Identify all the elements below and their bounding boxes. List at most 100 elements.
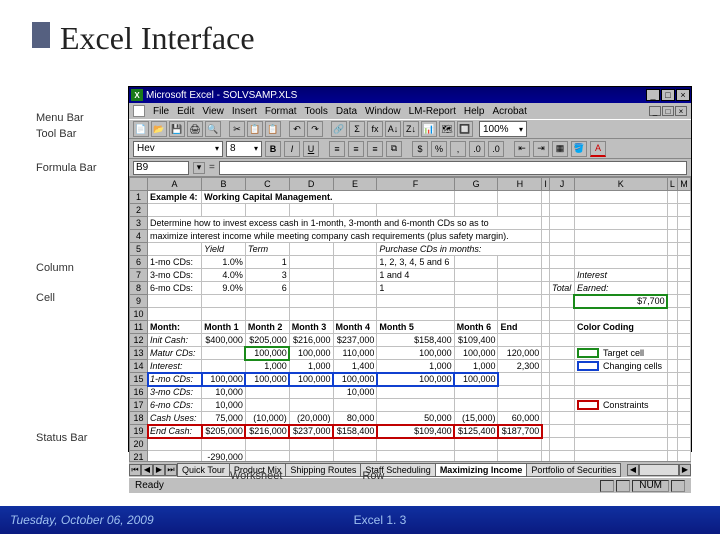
- cell[interactable]: [678, 399, 691, 412]
- cell[interactable]: [542, 386, 550, 399]
- row-header[interactable]: 10: [130, 308, 148, 321]
- cell[interactable]: -290,000: [202, 451, 246, 462]
- sheet-tab[interactable]: Quick Tour: [177, 463, 230, 477]
- inc-indent-icon[interactable]: ⇥: [533, 141, 549, 157]
- col-header[interactable]: E: [333, 178, 377, 191]
- row-header[interactable]: 6: [130, 256, 148, 269]
- align-right-icon[interactable]: ≡: [367, 141, 383, 157]
- row-header[interactable]: 16: [130, 386, 148, 399]
- cell[interactable]: [678, 295, 691, 308]
- cell[interactable]: [667, 295, 677, 308]
- cell[interactable]: [542, 295, 550, 308]
- cell[interactable]: [245, 399, 289, 412]
- cell[interactable]: Example 4:: [148, 191, 202, 204]
- row-header[interactable]: 21: [130, 451, 148, 462]
- cell[interactable]: 10,000: [202, 386, 246, 399]
- cell[interactable]: [550, 191, 575, 204]
- cell[interactable]: [498, 373, 542, 386]
- cell[interactable]: $216,000: [289, 334, 333, 347]
- col-header[interactable]: G: [454, 178, 498, 191]
- inc-decimal-icon[interactable]: .0: [469, 141, 485, 157]
- cell[interactable]: [574, 217, 667, 230]
- row-header[interactable]: 1: [130, 191, 148, 204]
- cell[interactable]: [542, 204, 550, 217]
- doc-close-button[interactable]: ×: [675, 106, 687, 116]
- cell[interactable]: [667, 321, 677, 334]
- cell[interactable]: 100,000: [245, 373, 289, 386]
- cell[interactable]: [550, 451, 575, 462]
- cell[interactable]: [550, 386, 575, 399]
- cell[interactable]: [498, 256, 542, 269]
- cell[interactable]: 3-mo CDs:: [148, 386, 202, 399]
- currency-icon[interactable]: $: [412, 141, 428, 157]
- cell[interactable]: [678, 334, 691, 347]
- cell[interactable]: [377, 399, 454, 412]
- cell[interactable]: [678, 269, 691, 282]
- print-icon[interactable]: 🖨: [187, 121, 203, 137]
- cell[interactable]: $237,000: [289, 425, 333, 438]
- cell[interactable]: Term: [245, 243, 289, 256]
- cell[interactable]: 100,000: [289, 347, 333, 360]
- menu-lmreport[interactable]: LM-Report: [409, 106, 456, 117]
- cell[interactable]: [667, 399, 677, 412]
- cell[interactable]: $187,700: [498, 425, 542, 438]
- cell[interactable]: 120,000: [498, 347, 542, 360]
- cell[interactable]: [202, 347, 246, 360]
- cell[interactable]: [678, 321, 691, 334]
- cell[interactable]: Total: [550, 282, 575, 295]
- cell[interactable]: 100,000: [245, 347, 289, 360]
- row-header[interactable]: 8: [130, 282, 148, 295]
- cell[interactable]: 6-mo CDs:: [148, 399, 202, 412]
- menu-edit[interactable]: Edit: [177, 106, 194, 117]
- cell[interactable]: [550, 360, 575, 373]
- cell[interactable]: Yield: [202, 243, 246, 256]
- row-header[interactable]: 19: [130, 425, 148, 438]
- cell[interactable]: [550, 321, 575, 334]
- cell[interactable]: [333, 399, 377, 412]
- cell[interactable]: [498, 386, 542, 399]
- row-header[interactable]: 14: [130, 360, 148, 373]
- cell[interactable]: [148, 438, 202, 451]
- map-icon[interactable]: 🗺: [439, 121, 455, 137]
- cell[interactable]: [498, 269, 542, 282]
- menu-insert[interactable]: Insert: [232, 106, 257, 117]
- undo-icon[interactable]: ↶: [289, 121, 305, 137]
- cell[interactable]: [542, 243, 550, 256]
- cell[interactable]: Interest: [574, 269, 667, 282]
- cell[interactable]: $125,400: [454, 425, 498, 438]
- cell[interactable]: [550, 425, 575, 438]
- cell[interactable]: [454, 282, 498, 295]
- cell[interactable]: 10,000: [202, 399, 246, 412]
- tab-next-icon[interactable]: ▶: [153, 464, 165, 476]
- cell[interactable]: [202, 295, 246, 308]
- cell[interactable]: [550, 256, 575, 269]
- cell[interactable]: [542, 269, 550, 282]
- row-header[interactable]: 13: [130, 347, 148, 360]
- cell[interactable]: [550, 399, 575, 412]
- cell[interactable]: [498, 204, 542, 217]
- maximize-button[interactable]: □: [661, 89, 675, 101]
- cell[interactable]: $205,000: [202, 425, 246, 438]
- cell[interactable]: [678, 243, 691, 256]
- cell[interactable]: [377, 438, 454, 451]
- cell[interactable]: [289, 256, 333, 269]
- cell[interactable]: [550, 204, 575, 217]
- cell[interactable]: Month 4: [333, 321, 377, 334]
- cell[interactable]: [667, 269, 677, 282]
- tab-last-icon[interactable]: ⏭: [165, 464, 177, 476]
- redo-icon[interactable]: ↷: [307, 121, 323, 137]
- cell[interactable]: [667, 282, 677, 295]
- cell[interactable]: [678, 373, 691, 386]
- cell[interactable]: [148, 243, 202, 256]
- cell[interactable]: [542, 230, 550, 243]
- cell[interactable]: [148, 295, 202, 308]
- cell[interactable]: $109,400: [377, 425, 454, 438]
- cell[interactable]: [289, 204, 333, 217]
- cell[interactable]: [550, 308, 575, 321]
- cell[interactable]: [148, 204, 202, 217]
- cell[interactable]: [542, 256, 550, 269]
- cell[interactable]: [245, 451, 289, 462]
- cell[interactable]: [574, 243, 667, 256]
- cell[interactable]: [245, 438, 289, 451]
- cell[interactable]: Cash Uses:: [148, 412, 202, 425]
